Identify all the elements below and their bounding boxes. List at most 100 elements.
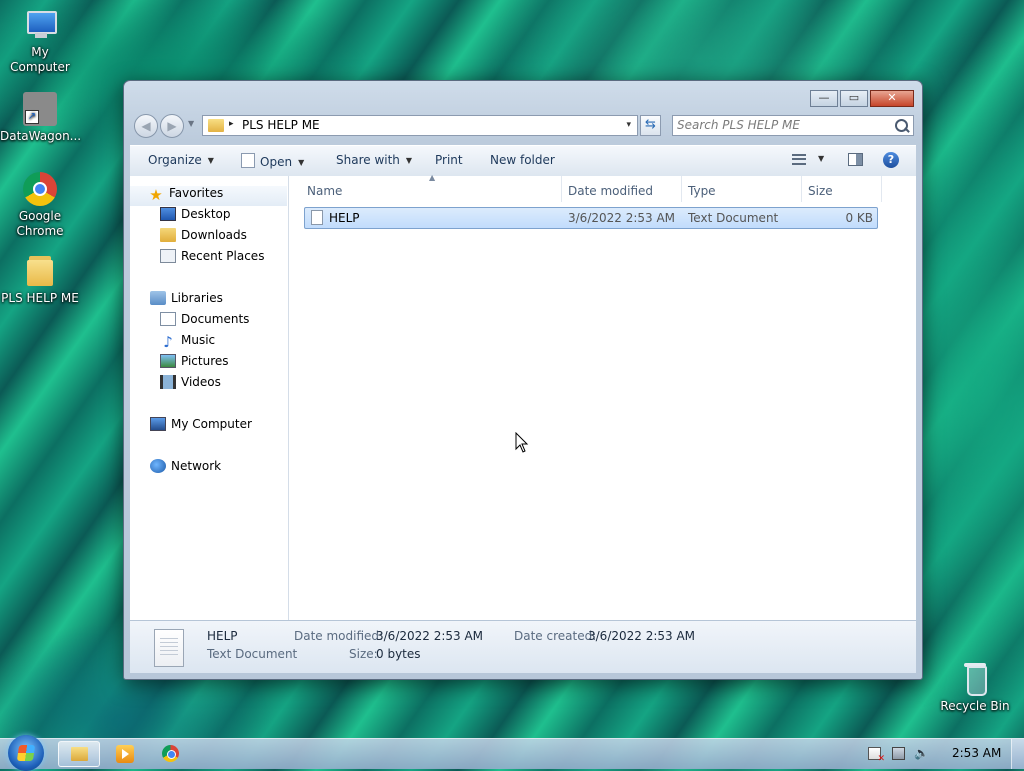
back-button[interactable]: ◀ xyxy=(134,114,158,138)
open-label: Open xyxy=(260,155,293,169)
desktop-icon-pls-help-me[interactable]: PLS HELP ME xyxy=(0,254,80,306)
breadcrumb-folder[interactable]: PLS HELP ME xyxy=(242,118,320,132)
minimize-button[interactable]: — xyxy=(810,90,838,107)
details-size: 0 bytes xyxy=(376,647,421,661)
nav-my-computer[interactable]: My Computer xyxy=(150,417,252,437)
open-button[interactable]: Open ▼ xyxy=(241,153,304,169)
nav-label: Recent Places xyxy=(181,249,265,263)
chevron-down-icon[interactable]: ▼ xyxy=(818,154,824,163)
help-icon[interactable]: ? xyxy=(883,152,899,168)
chevron-down-icon: ▼ xyxy=(207,156,214,165)
search-icon[interactable] xyxy=(895,119,908,132)
media-player-icon[interactable] xyxy=(116,745,134,763)
start-button[interactable] xyxy=(8,735,44,771)
documents-icon xyxy=(160,312,176,326)
organize-button[interactable]: Organize ▼ xyxy=(148,153,214,167)
file-date-modified: 3/6/2022 2:53 AM xyxy=(568,211,676,225)
nav-downloads[interactable]: Downloads xyxy=(160,228,247,248)
sort-ascending-icon: ▲ xyxy=(429,173,436,182)
nav-music[interactable]: ♪ Music xyxy=(160,333,215,353)
details-date-created: 3/6/2022 2:53 AM xyxy=(588,629,696,643)
column-header-type[interactable]: Type xyxy=(688,184,716,198)
notepad-icon xyxy=(241,153,255,168)
search-input[interactable] xyxy=(677,118,887,132)
column-header-size[interactable]: Size xyxy=(808,184,833,198)
address-bar[interactable]: ▸ PLS HELP ME ▾ xyxy=(202,115,638,136)
action-center-flag-icon[interactable] xyxy=(868,747,885,764)
desktop-icon-my-computer[interactable]: My Computer xyxy=(0,8,80,75)
refresh-button[interactable]: ⇆ xyxy=(640,115,661,136)
nav-documents[interactable]: Documents xyxy=(160,312,249,332)
forward-button[interactable]: ▶ xyxy=(160,114,184,138)
explorer-window: — ▭ ✕ ◀ ▶ ▼ ▸ PLS HELP ME ▾ ⇆ Organize ▼ … xyxy=(123,80,923,680)
folder-icon xyxy=(23,254,57,288)
chrome-icon xyxy=(23,172,57,206)
column-divider[interactable] xyxy=(801,176,802,202)
file-size: 0 KB xyxy=(845,211,873,225)
column-header-date-modified[interactable]: Date modified xyxy=(568,184,653,198)
nav-libraries[interactable]: Libraries xyxy=(150,291,223,311)
details-file-name: HELP xyxy=(207,629,238,643)
desktop-icon-label: DataWagon... xyxy=(0,129,82,143)
recent-pages-dropdown[interactable]: ▼ xyxy=(188,119,194,128)
desktop-icon-label: My Computer xyxy=(10,45,70,74)
nav-recent-places[interactable]: Recent Places xyxy=(160,249,264,269)
navigation-bar: ◀ ▶ ▼ ▸ PLS HELP ME ▾ ⇆ xyxy=(130,113,916,139)
desktop-icon-recycle-bin[interactable]: Recycle Bin xyxy=(935,662,1015,714)
text-document-icon xyxy=(154,629,184,667)
breadcrumb-separator-icon[interactable]: ▸ xyxy=(229,119,234,129)
taskbar-explorer[interactable] xyxy=(58,741,100,767)
nav-label: Documents xyxy=(181,312,250,326)
nav-label: Downloads xyxy=(181,228,247,242)
new-folder-button[interactable]: New folder xyxy=(490,153,555,167)
file-row-help[interactable]: HELP 3/6/2022 2:53 AM Text Document 0 KB xyxy=(304,207,878,229)
column-divider[interactable] xyxy=(561,176,562,202)
column-divider[interactable] xyxy=(681,176,682,202)
preview-pane-icon[interactable] xyxy=(848,153,863,166)
computer-icon xyxy=(150,417,166,431)
nav-pictures[interactable]: Pictures xyxy=(160,354,229,374)
maximize-button[interactable]: ▭ xyxy=(840,90,868,107)
desktop-icon-google-chrome[interactable]: Google Chrome xyxy=(0,172,80,239)
network-tray-icon[interactable] xyxy=(892,747,905,760)
close-button[interactable]: ✕ xyxy=(870,90,914,107)
taskbar: 🔈 2:53 AM xyxy=(0,735,1024,771)
desktop-icon-datawagon[interactable]: ↗ DataWagon... xyxy=(0,92,82,144)
address-dropdown-icon[interactable]: ▾ xyxy=(626,120,631,130)
taskbar-clock[interactable]: 2:53 AM xyxy=(952,746,1001,760)
search-box[interactable] xyxy=(672,115,914,136)
nav-desktop[interactable]: Desktop xyxy=(160,207,231,227)
nav-label: Pictures xyxy=(181,354,229,368)
volume-icon[interactable]: 🔈 xyxy=(914,747,929,760)
folder-icon xyxy=(208,119,224,132)
nav-network[interactable]: Network xyxy=(150,459,221,479)
column-divider[interactable] xyxy=(881,176,882,202)
network-icon xyxy=(150,459,166,473)
desktop-icon-label: Recycle Bin xyxy=(940,699,1010,713)
desktop-icon xyxy=(160,207,176,221)
nav-favorites[interactable]: ★ Favorites xyxy=(130,186,287,206)
forward-arrow-icon: ▶ xyxy=(167,119,177,133)
chrome-icon[interactable] xyxy=(162,745,179,762)
back-arrow-icon: ◀ xyxy=(141,119,151,133)
desktop-icon-label: Google Chrome xyxy=(16,209,64,238)
nav-videos[interactable]: Videos xyxy=(160,375,221,395)
chevron-down-icon: ▼ xyxy=(405,156,413,165)
windows-logo-icon xyxy=(16,745,36,761)
change-view-icon[interactable] xyxy=(792,154,806,165)
details-date-modified: 3/6/2022 2:53 AM xyxy=(376,629,484,643)
nav-label: Libraries xyxy=(171,291,223,305)
nav-label: My Computer xyxy=(171,417,252,431)
share-with-label: Share with xyxy=(336,153,400,167)
pictures-icon xyxy=(160,354,176,368)
column-header-name[interactable]: Name xyxy=(307,184,342,198)
computer-icon xyxy=(23,8,57,42)
share-with-button[interactable]: Share with ▼ xyxy=(336,153,412,167)
details-date-created-label: Date created: xyxy=(514,629,597,643)
show-desktop-button[interactable] xyxy=(1011,739,1024,769)
nav-label: Videos xyxy=(181,375,221,389)
print-button[interactable]: Print xyxy=(435,153,463,167)
videos-icon xyxy=(160,375,176,389)
navigation-pane: ★ Favorites Desktop Downloads Recent Plac… xyxy=(130,176,289,620)
text-document-icon xyxy=(311,210,323,225)
